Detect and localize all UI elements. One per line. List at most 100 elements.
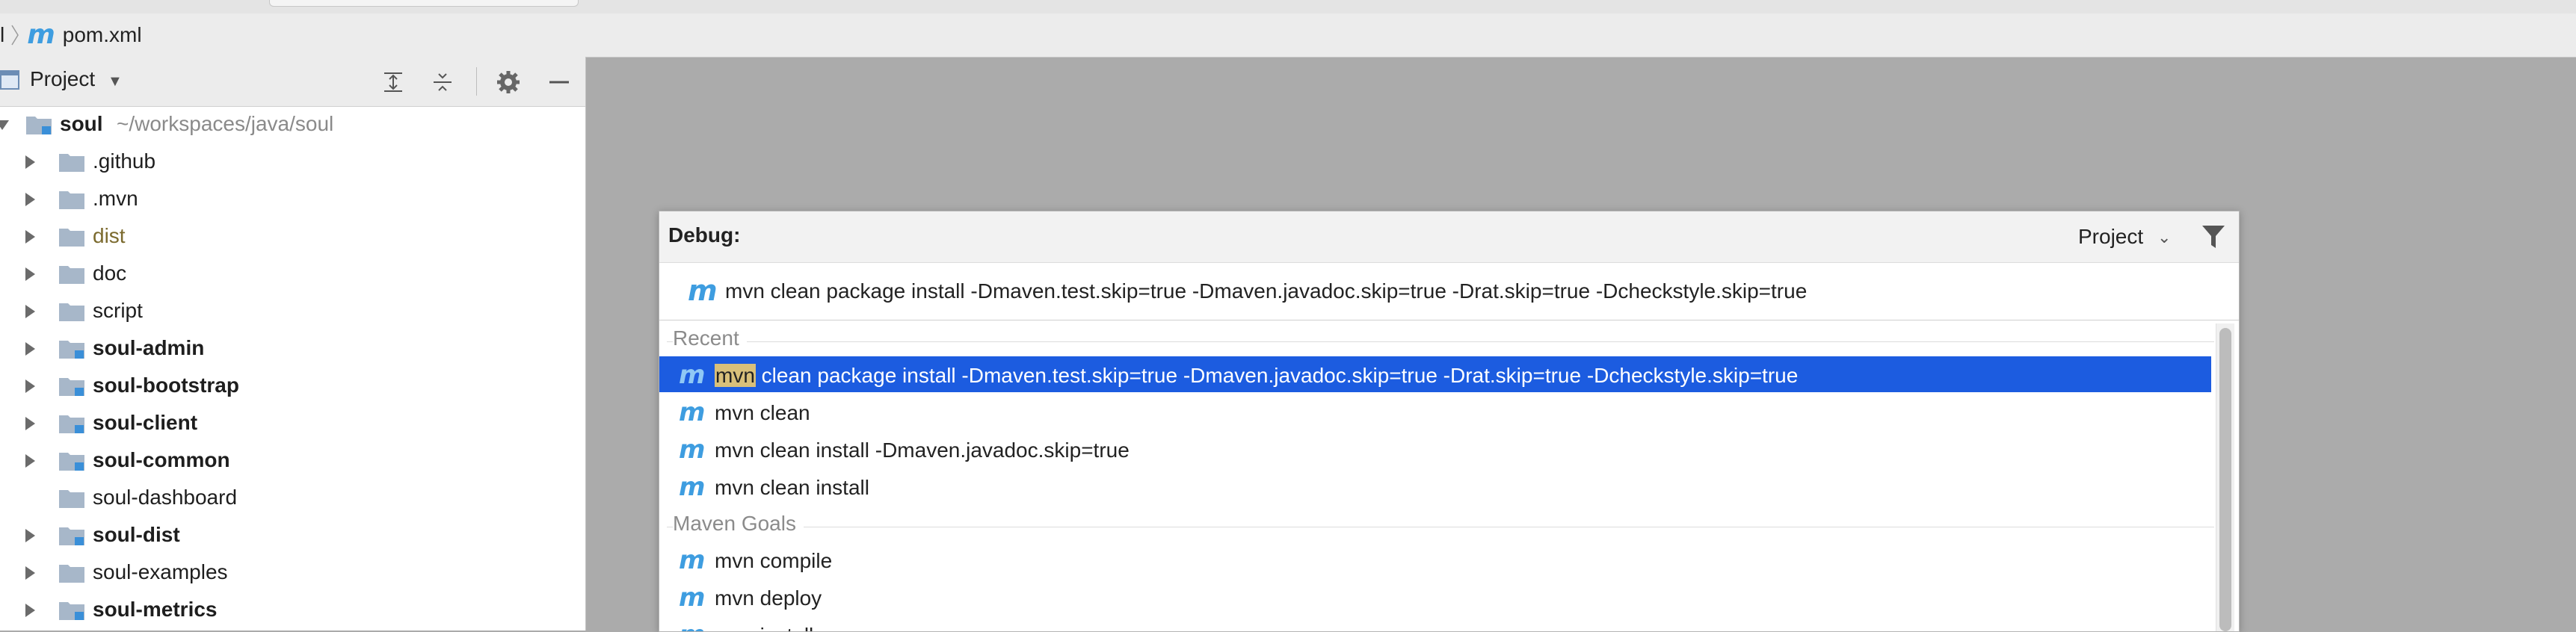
folder-icon [59, 229, 84, 247]
tree-item-soul-examples[interactable]: soul-examples [0, 554, 585, 592]
folder-icon [59, 565, 84, 583]
module-folder-icon [59, 453, 84, 471]
expand-arrow-icon[interactable] [0, 120, 9, 130]
goal-item[interactable]: m mvn install [659, 616, 2211, 631]
tree-item-soul-dashboard[interactable]: soul-dashboard [0, 480, 585, 517]
expand-arrow-icon[interactable] [25, 342, 35, 356]
goal-item-text: mvn deploy [715, 586, 822, 610]
recent-item[interactable]: m mvn clean [659, 394, 2211, 430]
module-folder-icon [59, 527, 84, 545]
maven-icon: m [679, 545, 706, 575]
expand-arrow-icon[interactable] [25, 417, 35, 430]
scope-selector[interactable]: Project [2078, 225, 2143, 249]
module-folder-icon [59, 378, 84, 396]
chevron-down-icon[interactable]: ▼ [108, 73, 123, 90]
tree-item-label: soul-metrics [93, 598, 218, 621]
search-field-edge[interactable] [269, 0, 579, 7]
tree-item-github[interactable]: .github [0, 143, 585, 181]
folder-icon [59, 266, 84, 284]
recent-item[interactable]: m mvn clean install -Dmaven.javadoc.skip… [659, 431, 2211, 467]
recent-item[interactable]: m mvn clean package install -Dmaven.test… [659, 356, 2211, 392]
maven-icon: m [679, 622, 705, 631]
recent-item[interactable]: m mvn clean install [659, 468, 2211, 504]
expand-arrow-icon[interactable] [25, 566, 35, 580]
window-top-strip [0, 0, 2576, 14]
recent-item-text: mvn clean package install -Dmaven.test.s… [715, 364, 1798, 388]
recent-item-text: mvn clean [715, 401, 810, 424]
chevron-down-icon[interactable]: ⌄ [2157, 228, 2171, 247]
tree-item-label: soul-examples [93, 560, 228, 583]
breadcrumb-separator-icon [11, 25, 19, 46]
goal-item-text: mvn compile [715, 549, 833, 572]
tree-item-label: soul-client [93, 411, 198, 434]
run-anything-popup: Debug: Project ⌄ m mvn clean package ins… [659, 211, 2240, 632]
scrollbar[interactable] [2216, 323, 2234, 631]
tree-item-soul-client[interactable]: soul-client [0, 405, 585, 442]
tree-item-label: soul-common [93, 448, 230, 471]
tree-item-label: doc [93, 261, 127, 285]
tree-item-soul-bootstrap[interactable]: soul-bootstrap [0, 368, 585, 405]
tree-item-doc[interactable]: doc [0, 255, 585, 293]
tree-item-label: .mvn [93, 187, 138, 210]
tree-item-soul-common[interactable]: soul-common [0, 442, 585, 480]
tree-item-mvn[interactable]: .mvn [0, 181, 585, 218]
tree-item-label: soul-admin [93, 336, 205, 359]
project-view-selector[interactable]: Project [30, 67, 95, 91]
command-input[interactable]: mvn clean package install -Dmaven.test.s… [725, 279, 1807, 303]
maven-icon: m [679, 360, 706, 390]
gear-icon[interactable] [493, 67, 523, 97]
maven-icon: m [679, 397, 706, 427]
tree-root-path: ~/workspaces/java/soul [117, 112, 334, 135]
match-highlight: mvn [715, 364, 756, 387]
command-input-row[interactable]: m mvn clean package install -Dmaven.test… [659, 262, 2239, 320]
collapse-all-icon[interactable] [428, 67, 457, 97]
maven-icon: m [679, 583, 706, 613]
module-folder-icon [59, 415, 84, 433]
recent-item-rest: clean package install -Dmaven.test.skip=… [755, 364, 1799, 387]
section-recent: Recent [659, 323, 2222, 353]
maven-icon: m [679, 435, 706, 465]
recent-item-text: mvn clean install [715, 476, 869, 499]
tree-item-dist[interactable]: dist [0, 218, 585, 255]
tree-item-soul-metrics[interactable]: soul-metrics [0, 592, 585, 629]
tree-item-label: dist [93, 224, 126, 247]
goal-item-text: mvn install [715, 624, 813, 631]
section-divider [667, 341, 2214, 342]
project-tool-window: Project ▼ soul ~/workspaces/java/soul .g… [0, 57, 586, 631]
tree-root-soul[interactable]: soul ~/workspaces/java/soul [0, 106, 585, 143]
expand-arrow-icon[interactable] [25, 230, 35, 244]
breadcrumb-file[interactable]: pom.xml [63, 23, 142, 47]
expand-arrow-icon[interactable] [25, 529, 35, 542]
tree-item-label: soul-dist [93, 523, 180, 546]
tree-item-script[interactable]: script [0, 293, 585, 330]
tree-item-label: soul-dashboard [93, 486, 238, 509]
folder-icon [59, 154, 84, 172]
expand-all-icon[interactable] [378, 67, 408, 97]
goal-item[interactable]: m mvn compile [659, 542, 2211, 577]
expand-arrow-icon[interactable] [25, 379, 35, 393]
scrollbar-thumb[interactable] [2219, 328, 2231, 631]
toolbar-divider [476, 67, 477, 96]
filter-icon[interactable] [2201, 223, 2226, 250]
tree-root-label: soul [60, 112, 103, 135]
minimize-icon[interactable] [544, 67, 574, 97]
tree-item-label: soul-bootstrap [93, 374, 239, 397]
expand-arrow-icon[interactable] [25, 155, 35, 169]
section-title-recent: Recent [673, 326, 747, 350]
tree-item-label: .github [93, 149, 156, 173]
expand-arrow-icon[interactable] [25, 305, 35, 318]
goal-item[interactable]: m mvn deploy [659, 579, 2211, 615]
expand-arrow-icon[interactable] [25, 454, 35, 468]
section-maven-goals: Maven Goals [659, 509, 2222, 539]
expand-arrow-icon[interactable] [25, 604, 35, 617]
expand-arrow-icon[interactable] [25, 193, 35, 206]
breadcrumb-fragment[interactable]: l [0, 23, 4, 47]
expand-arrow-icon[interactable] [25, 267, 35, 281]
module-folder-icon [26, 117, 52, 134]
tree-item-soul-admin[interactable]: soul-admin [0, 330, 585, 368]
folder-icon [59, 191, 84, 209]
module-folder-icon [59, 341, 84, 359]
maven-icon: m [679, 472, 706, 502]
maven-icon: m [688, 274, 718, 307]
tree-item-soul-dist[interactable]: soul-dist [0, 517, 585, 554]
